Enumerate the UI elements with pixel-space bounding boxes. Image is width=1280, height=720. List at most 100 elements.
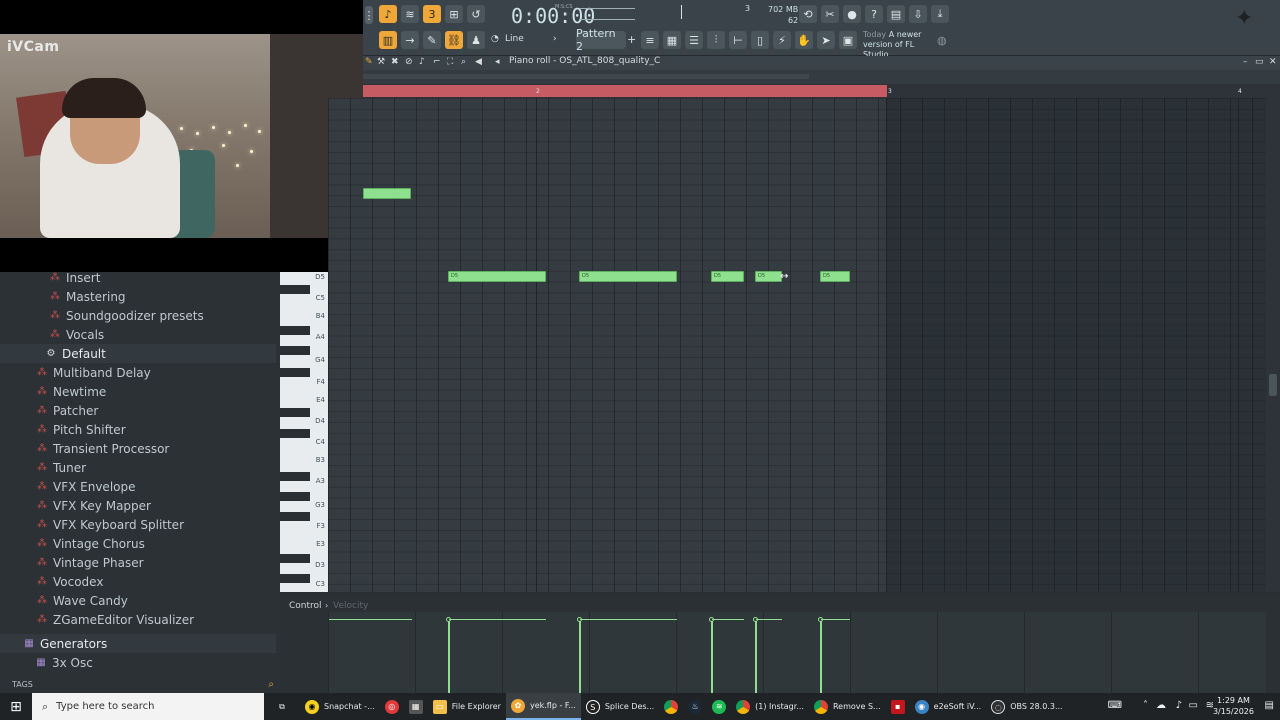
black-key[interactable]	[280, 512, 310, 521]
browser-item[interactable]: ⁂ VFX Keyboard Splitter	[0, 515, 276, 534]
vertical-scrollbar[interactable]	[1266, 98, 1280, 592]
timeline-ruler[interactable]: 2 3 4	[363, 84, 1280, 98]
horizontal-scrollbar[interactable]	[363, 74, 809, 79]
velocity-bar[interactable]	[711, 619, 713, 693]
note[interactable]: D5	[711, 271, 744, 282]
taskbar-app-splice[interactable]: S Splice Des...	[581, 693, 659, 720]
step-sequencer-icon[interactable]: ▦	[663, 31, 681, 49]
cut-icon[interactable]: ✂	[821, 5, 839, 23]
step-edit-icon[interactable]: ⊞	[445, 5, 463, 23]
velocity-bar[interactable]	[755, 619, 757, 693]
black-key[interactable]	[280, 472, 310, 481]
render-icon[interactable]: ⇩	[909, 5, 927, 23]
browser-item[interactable]: ⁂ Transient Processor	[0, 439, 276, 458]
black-key[interactable]	[280, 326, 310, 335]
touch-controller-icon[interactable]: ✋	[795, 31, 813, 49]
slip-tool-icon[interactable]: ♪	[419, 57, 425, 67]
black-key[interactable]	[280, 368, 310, 377]
plug-icon[interactable]: ⚡	[773, 31, 791, 49]
note[interactable]	[363, 188, 411, 199]
mute-tool-icon[interactable]: ⊘	[405, 57, 413, 67]
velocity-bar[interactable]	[448, 619, 450, 693]
browser-item[interactable]: ⁂ Soundgoodizer presets	[0, 306, 276, 325]
task-view-icon[interactable]: ⧉	[264, 693, 300, 720]
control-label[interactable]: Control	[289, 601, 322, 611]
maximize-icon[interactable]: ▭	[1255, 57, 1264, 67]
taskbar-app-obs[interactable]: ◌ OBS 28.0.3...	[986, 693, 1067, 720]
plugin-database-icon[interactable]: ▯	[751, 31, 769, 49]
export-icon[interactable]: ⤓	[931, 5, 949, 23]
microphone-icon[interactable]: ●	[843, 5, 861, 23]
taskbar-clock[interactable]: 1:29 AM 3/15/2026	[1213, 695, 1254, 717]
search-icon[interactable]: ⌕	[268, 679, 274, 690]
cloud-icon[interactable]: ☁	[1156, 700, 1166, 711]
black-key[interactable]	[280, 285, 310, 294]
browser-folder[interactable]: ▦ 3x Osc	[0, 653, 276, 672]
channel-rack-icon[interactable]: ☰	[685, 31, 703, 49]
velocity-bar[interactable]	[820, 619, 822, 693]
pencil-icon[interactable]: ✎	[423, 31, 441, 49]
taskbar-app[interactable]: ♨	[683, 693, 707, 720]
mixer-icon[interactable]: ⫶	[707, 31, 725, 49]
tags-bar[interactable]: TAGS ⌕	[0, 676, 280, 693]
black-key[interactable]	[280, 554, 310, 563]
taskbar-app[interactable]	[659, 693, 683, 720]
zoom-tool-icon[interactable]: ⌕	[461, 57, 466, 67]
browser-folder-generators[interactable]: ▦ Generators	[0, 634, 276, 653]
browser-item[interactable]: ⁂ Newtime	[0, 382, 276, 401]
browser-item[interactable]: ⁂ Patcher	[0, 401, 276, 420]
metronome-icon[interactable]: ♪	[379, 5, 397, 23]
battery-icon[interactable]: ▭	[1189, 700, 1198, 711]
browser-item[interactable]: ⁂ Vocals	[0, 325, 276, 344]
scroll-thumb[interactable]	[1269, 374, 1277, 396]
master-pitch-slider[interactable]	[681, 5, 682, 19]
piano-roll-titlebar[interactable]: ✎ ⚒ ✖ ⊘ ♪ ⌐ ⛶ ⌕ ◀ ◂ Piano roll - OS_ATL_…	[363, 56, 1280, 84]
black-key[interactable]	[280, 408, 310, 417]
black-key[interactable]	[280, 429, 310, 438]
volume-icon[interactable]: ♪	[1176, 700, 1182, 711]
browser-item[interactable]: ⁂ Tuner	[0, 458, 276, 477]
globe-icon[interactable]: ◍	[937, 34, 947, 47]
browser-item[interactable]: ⁂ Multiband Delay	[0, 363, 276, 382]
select-tool-icon[interactable]: ⛶	[447, 57, 453, 67]
note[interactable]: D5	[755, 271, 782, 282]
minimize-icon[interactable]: –	[1243, 57, 1248, 67]
taskbar-app[interactable]: ▪	[886, 693, 910, 720]
save-icon[interactable]: ▤	[887, 5, 905, 23]
browser-item[interactable]: ⁂ Wave Candy	[0, 591, 276, 610]
piano-roll-mode-icon[interactable]: ▥	[379, 31, 397, 49]
countdown-icon[interactable]: 3	[423, 5, 441, 23]
control-param[interactable]: Velocity	[333, 601, 368, 611]
browser-item[interactable]: ⁂ VFX Key Mapper	[0, 496, 276, 515]
note[interactable]: D5	[448, 271, 546, 282]
black-key[interactable]	[280, 574, 310, 583]
cpu-meter-icon[interactable]: ▣	[839, 31, 857, 49]
taskbar-app[interactable]: ≋	[707, 693, 731, 720]
browser-item[interactable]: ⁂ Mastering	[0, 287, 276, 306]
browser-item[interactable]: ⁂ Vintage Chorus	[0, 534, 276, 553]
note[interactable]: D5	[579, 271, 677, 282]
black-key[interactable]	[280, 492, 310, 501]
panel-grip-icon[interactable]: ⋮	[364, 6, 375, 24]
pattern-selector[interactable]: Pattern 2	[576, 27, 626, 53]
notification-icon[interactable]: ▤	[1265, 700, 1274, 711]
stamp-icon[interactable]: ♟	[467, 31, 485, 49]
loop-record-icon[interactable]: ↺	[467, 5, 485, 23]
pencil-tool-icon[interactable]: ✎	[365, 57, 373, 67]
taskbar-app[interactable]: ▦	[404, 693, 428, 720]
tempo-tapper-icon[interactable]: ➤	[817, 31, 835, 49]
taskbar-search[interactable]: ⌕ Type here to search	[32, 693, 264, 720]
keyboard-icon[interactable]: ⌨	[1108, 700, 1122, 711]
arrow-right-icon[interactable]: →	[401, 31, 419, 49]
taskbar-app[interactable]: ◎	[380, 693, 404, 720]
browser-tree-icon[interactable]: ⊢	[729, 31, 747, 49]
help-icon[interactable]: ?	[865, 5, 883, 23]
taskbar-app-snapchat[interactable]: ◉ Snapchat -...	[300, 693, 380, 720]
velocity-bar[interactable]	[579, 619, 581, 693]
windows-start-icon[interactable]: ⊞	[0, 693, 32, 720]
close-icon[interactable]: ✕	[1269, 57, 1277, 67]
playlist-icon[interactable]: ≡	[641, 31, 659, 49]
taskbar-app-fl-studio[interactable]: ✿ yek.flp - F...	[505, 693, 581, 720]
link-icon[interactable]: ⛓	[445, 31, 463, 49]
target-channel-icon[interactable]: ◂	[495, 57, 500, 67]
